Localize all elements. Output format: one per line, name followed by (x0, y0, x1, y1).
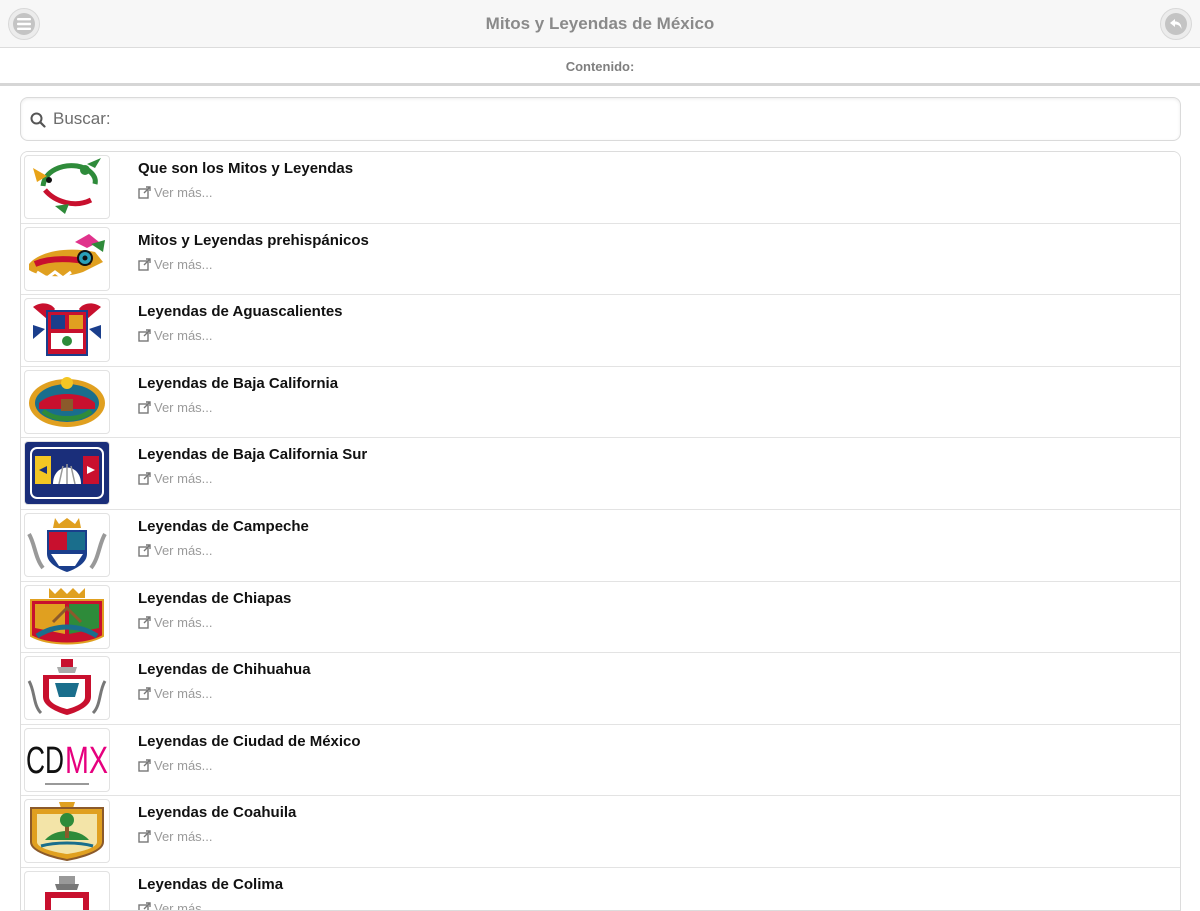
see-more-label: Ver más... (154, 256, 213, 272)
list-item[interactable]: Leyendas de Campeche Ver más... (21, 509, 1180, 582)
content-list: Que son los Mitos y Leyendas Ver más... … (20, 151, 1181, 911)
item-title: Mitos y Leyendas prehispánicos (138, 231, 369, 249)
external-link-icon (138, 759, 151, 772)
list-item[interactable]: Leyendas de Baja California Sur Ver más.… (21, 438, 1180, 510)
external-link-icon (138, 329, 151, 342)
coat-of-arms-image (30, 802, 104, 862)
list-item[interactable]: Leyendas de Chihuahua Ver más... (21, 653, 1180, 725)
see-more-link[interactable]: Ver más... (138, 471, 213, 486)
item-title: Leyendas de Chiapas (138, 589, 292, 607)
list-item[interactable]: Leyendas de Aguascalientes Ver más... (21, 295, 1180, 367)
item-title: Leyendas de Colima (138, 875, 284, 893)
item-thumbnail (24, 870, 110, 910)
content-bar: Contenido: (0, 48, 1200, 86)
item-thumbnail (24, 155, 110, 219)
search-input[interactable] (53, 100, 1173, 138)
see-more-label: Ver más... (154, 399, 213, 415)
see-more-label: Ver más... (154, 328, 213, 344)
item-thumbnail (24, 369, 110, 434)
see-more-label: Ver más... (154, 829, 213, 845)
coat-of-arms-image (27, 517, 107, 572)
external-link-icon (138, 544, 151, 557)
see-more-link[interactable]: Ver más... (138, 900, 213, 911)
item-title: Leyendas de Coahuila (138, 804, 297, 822)
item-thumbnail (24, 226, 110, 291)
external-link-icon (138, 186, 151, 199)
see-more-link[interactable]: Ver más... (138, 686, 213, 701)
see-more-label: Ver más... (154, 686, 213, 702)
item-thumbnail (24, 799, 110, 864)
coat-of-arms-image (25, 442, 109, 505)
see-more-link[interactable]: Ver más... (138, 758, 213, 773)
external-link-icon (138, 687, 151, 700)
search-bar[interactable] (20, 97, 1181, 141)
list-item[interactable]: CD MX Leyendas de Ciudad de México Ver m… (21, 724, 1180, 797)
cdmx-logo: CD MX (26, 740, 108, 785)
see-more-link[interactable]: Ver más... (138, 543, 213, 558)
item-thumbnail (24, 441, 110, 506)
external-link-icon (138, 615, 151, 629)
item-thumbnail: CD MX (24, 727, 110, 792)
list-item[interactable]: Que son los Mitos y Leyendas Ver más... (21, 152, 1180, 224)
list-item[interactable]: Mitos y Leyendas prehispánicos Ver más..… (21, 223, 1180, 296)
external-link-icon (138, 902, 151, 910)
dragon-image (33, 158, 101, 214)
see-more-link[interactable]: Ver más... (138, 400, 213, 415)
see-more-label: Ver más... (154, 185, 213, 200)
svg-text:MX: MX (65, 740, 108, 782)
external-link-icon (138, 401, 151, 414)
back-icon (1170, 19, 1182, 29)
coat-of-arms-image (27, 659, 107, 716)
list-item[interactable]: Leyendas de Coahuila Ver más... (21, 796, 1180, 868)
page-title: Mitos y Leyendas de México (485, 14, 715, 33)
menu-button[interactable] (8, 8, 40, 40)
coat-of-arms-image (33, 303, 101, 357)
item-title: Leyendas de Campeche (138, 517, 309, 535)
see-more-label: Ver más... (154, 542, 213, 558)
item-title: Leyendas de Chihuahua (138, 661, 311, 679)
external-link-icon (138, 257, 151, 271)
coat-of-arms-image (29, 376, 105, 427)
see-more-label: Ver más... (154, 614, 213, 630)
see-more-link[interactable]: Ver más... (138, 829, 213, 844)
coat-of-arms-image (45, 875, 89, 910)
item-title: Leyendas de Baja California (138, 374, 339, 392)
item-thumbnail (24, 584, 110, 649)
see-more-link[interactable]: Ver más... (138, 257, 213, 272)
external-link-icon (138, 472, 151, 486)
external-link-icon (138, 830, 151, 844)
item-title: Que son los Mitos y Leyendas (138, 160, 354, 177)
list-item[interactable]: Leyendas de Colima Ver más... (21, 867, 1180, 911)
app-header: Mitos y Leyendas de México (0, 0, 1200, 48)
item-thumbnail (24, 298, 110, 363)
aztec-glyph-image (29, 233, 105, 280)
list-item[interactable]: Leyendas de Baja California Ver más... (21, 366, 1180, 439)
see-more-label: Ver más... (154, 900, 213, 911)
back-button[interactable] (1160, 8, 1192, 40)
menu-icon (17, 18, 31, 30)
svg-text:CD: CD (26, 740, 64, 782)
see-more-link[interactable]: Ver más... (138, 328, 213, 343)
see-more-link[interactable]: Ver más... (138, 615, 213, 630)
item-title: Leyendas de Ciudad de México (138, 732, 361, 750)
search-icon (30, 112, 46, 128)
content-label: Contenido: (565, 59, 635, 74)
see-more-label: Ver más... (154, 471, 213, 487)
item-title: Leyendas de Baja California Sur (138, 446, 368, 464)
item-thumbnail (24, 512, 110, 577)
coat-of-arms-image (30, 587, 104, 644)
see-more-link[interactable]: Ver más... (138, 185, 213, 200)
see-more-label: Ver más... (154, 757, 213, 773)
list-item[interactable]: Leyendas de Chiapas Ver más... (21, 581, 1180, 654)
item-thumbnail (24, 656, 110, 721)
item-title: Leyendas de Aguascalientes (138, 303, 343, 321)
